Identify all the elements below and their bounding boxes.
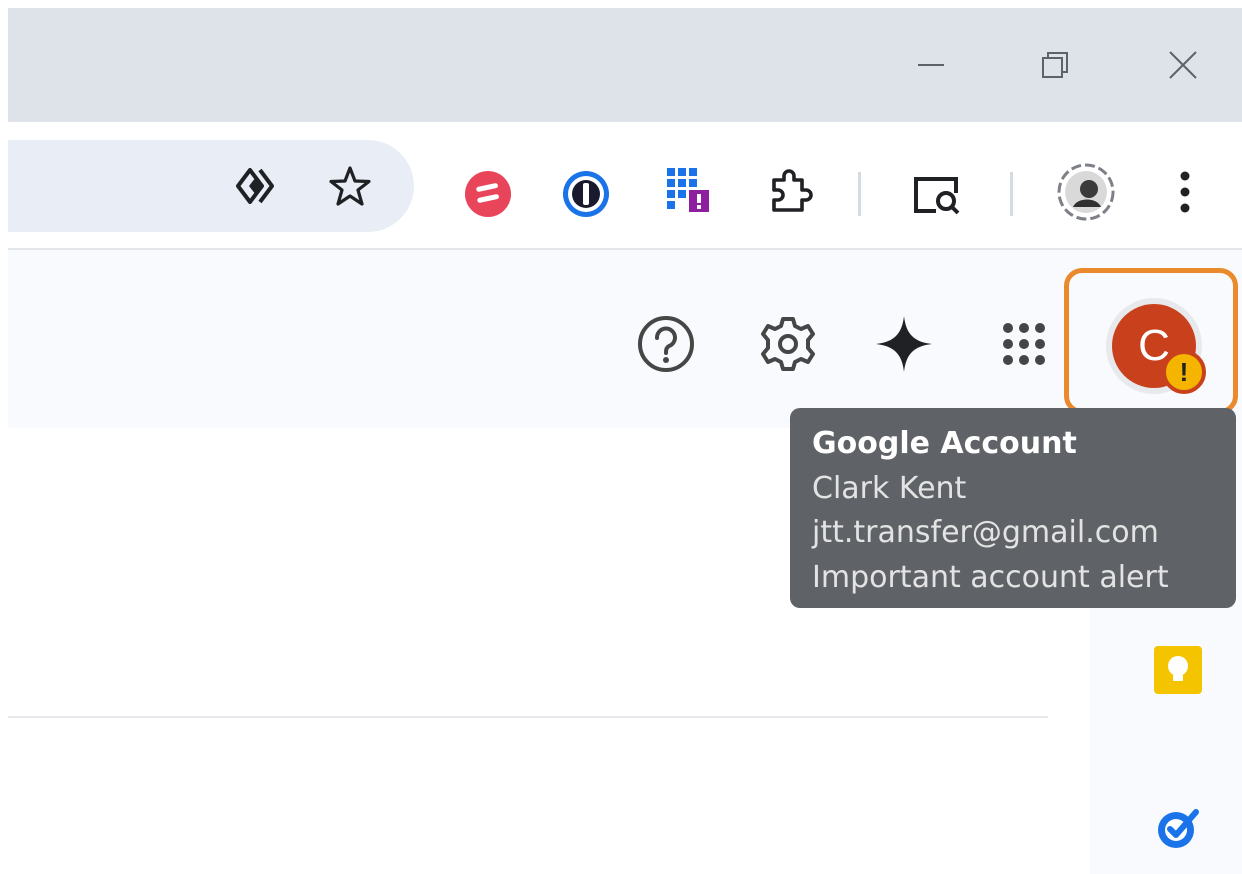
profile-button[interactable] [1056, 162, 1116, 222]
browser-window: C ! 31 Google A [8, 8, 1242, 874]
share-icon [236, 168, 274, 204]
close-icon [1169, 51, 1197, 79]
gemini-button[interactable] [872, 312, 936, 376]
help-icon [638, 316, 694, 372]
more-vert-icon [1180, 171, 1190, 213]
account-tooltip: Google Account Clark Kent jtt.transfer@g… [790, 408, 1236, 608]
bookmark-star-icon [329, 166, 371, 206]
tooltip-account-name: Clark Kent [812, 470, 967, 506]
tasks-icon [1158, 809, 1199, 848]
address-bar[interactable] [8, 140, 414, 232]
toolbar-separator [1010, 172, 1013, 216]
1password-extension[interactable] [560, 168, 612, 220]
browser-toolbar [8, 122, 1242, 248]
keep-app-button[interactable] [1150, 642, 1206, 698]
minimize-icon [918, 64, 944, 66]
todoist-extension-icon [465, 171, 511, 217]
content-divider [8, 716, 1048, 718]
gemini-sparkle-icon [876, 316, 932, 372]
restore-icon [1042, 52, 1068, 78]
restore-button[interactable] [1032, 42, 1078, 88]
settings-button[interactable] [756, 312, 820, 376]
tab-search-icon [914, 177, 960, 215]
minimize-button[interactable] [908, 42, 954, 88]
grid-extension-icon [667, 168, 709, 212]
app-header [8, 250, 1242, 428]
toolbar-separator [858, 172, 861, 216]
apps-grid-icon [1003, 323, 1045, 365]
extensions-puzzle-icon [772, 169, 813, 212]
settings-gear-icon [761, 317, 815, 371]
tooltip-account-email: jtt.transfer@gmail.com [812, 515, 1159, 550]
extensions-button[interactable] [764, 166, 816, 218]
close-button[interactable] [1160, 42, 1206, 88]
1password-extension-icon [563, 171, 609, 217]
tab-search-button[interactable] [910, 168, 964, 220]
help-button[interactable] [634, 312, 698, 376]
grid-extension[interactable] [662, 162, 714, 218]
tasks-app-button[interactable] [1150, 800, 1206, 856]
tooltip-account-alert: Important account alert [812, 559, 1169, 595]
profile-photo-icon [1057, 163, 1115, 221]
keep-icon [1154, 646, 1202, 694]
title-bar [8, 8, 1242, 122]
tooltip-title: Google Account [812, 426, 1077, 461]
todoist-extension[interactable] [462, 168, 514, 220]
more-menu-button[interactable] [1168, 166, 1202, 218]
share-button[interactable] [234, 164, 284, 208]
apps-button[interactable] [992, 312, 1056, 376]
account-alert-badge: ! [1162, 350, 1206, 394]
bookmark-button[interactable] [326, 164, 374, 208]
